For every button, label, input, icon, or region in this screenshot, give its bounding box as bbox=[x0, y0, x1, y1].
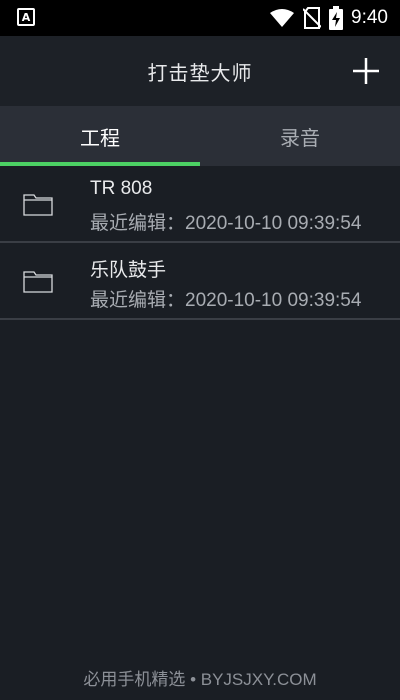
battery-charging-icon bbox=[329, 6, 344, 30]
project-name: 乐队鼓手 bbox=[90, 260, 167, 281]
wifi-icon bbox=[270, 9, 295, 27]
folder-icon bbox=[23, 194, 53, 216]
plus-icon[interactable] bbox=[350, 55, 382, 87]
folder-icon bbox=[23, 271, 53, 293]
accessibility-a-icon: A bbox=[17, 8, 35, 26]
tab-bar: 工程 录音 bbox=[0, 106, 400, 166]
project-last-edited: 最近编辑：2020-10-10 09:39:54 bbox=[90, 213, 362, 234]
no-sim-icon bbox=[303, 7, 322, 29]
project-list: TR 808 最近编辑：2020-10-10 09:39:54 乐队鼓手 最近编… bbox=[0, 166, 400, 320]
tab-projects[interactable]: 工程 bbox=[0, 106, 200, 166]
status-icons: 9:40 bbox=[269, 0, 388, 36]
status-time: 9:40 bbox=[351, 7, 388, 28]
watermark: 必用手机精选 • BYJSJXY.COM bbox=[83, 670, 317, 689]
project-name: TR 808 bbox=[90, 178, 153, 199]
list-item[interactable]: TR 808 最近编辑：2020-10-10 09:39:54 bbox=[0, 166, 400, 243]
app-title: 打击垫大师 bbox=[147, 60, 253, 85]
project-last-edited: 最近编辑：2020-10-10 09:39:54 bbox=[90, 290, 362, 311]
tab-recordings-label: 录音 bbox=[280, 125, 320, 150]
status-bar: A 9:40 bbox=[0, 0, 400, 36]
app-bar: 打击垫大师 bbox=[0, 36, 400, 106]
list-item[interactable]: 乐队鼓手 最近编辑：2020-10-10 09:39:54 bbox=[0, 243, 400, 320]
tab-recordings[interactable]: 录音 bbox=[200, 106, 400, 166]
tab-projects-label: 工程 bbox=[80, 125, 120, 150]
